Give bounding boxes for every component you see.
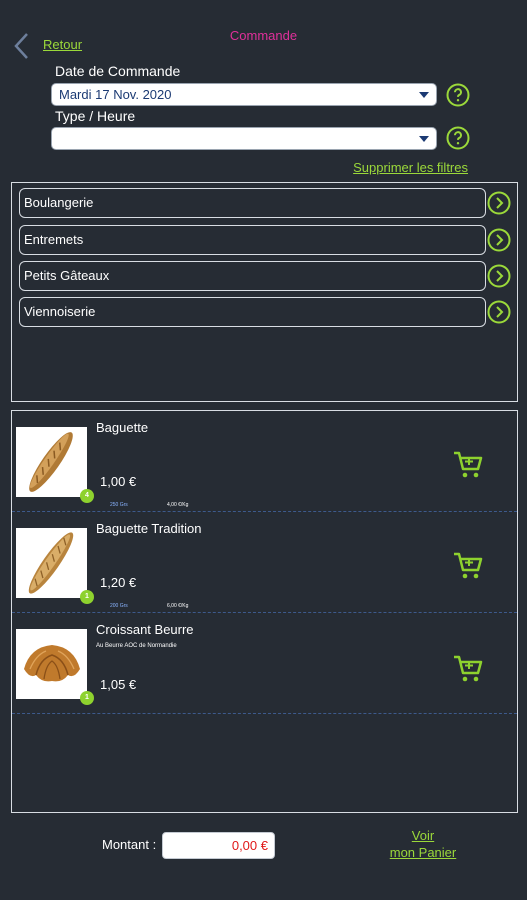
product-price: 1,05 € [100, 677, 137, 692]
product-count-badge: 4 [80, 489, 94, 503]
view-basket-link[interactable]: Voir mon Panier [380, 827, 466, 861]
product-name: Croissant Beurre [96, 622, 194, 637]
order-date-value: Mardi 17 Nov. 2020 [59, 87, 172, 102]
category-item-boulangerie[interactable]: Boulangerie [19, 188, 486, 218]
category-label: Entremets [24, 232, 84, 247]
category-label: Viennoiserie [24, 304, 96, 319]
category-item-viennoiserie[interactable]: Viennoiserie [19, 297, 486, 327]
amount-field: 0,00 € [162, 832, 275, 859]
product-price-per-kg: 4,00 €/Kg [167, 502, 189, 508]
category-item-petits-gateaux[interactable]: Petits Gâteaux [19, 261, 486, 291]
product-image-baguette[interactable] [16, 427, 87, 497]
product-price: 1,00 € [100, 474, 137, 489]
product-subtitle: Au Beurre AOC de Normandie [96, 643, 177, 649]
order-date-label: Date de Commande [55, 63, 181, 79]
product-count-badge: 1 [80, 590, 94, 604]
arrow-right-circle-icon[interactable] [487, 228, 511, 252]
product-image-baguette-tradition[interactable] [16, 528, 87, 598]
products-panel: 4 Baguette 1,00 € 250 Grs 4,00 €/Kg 1 Ba… [11, 410, 518, 813]
arrow-right-circle-icon[interactable] [487, 191, 511, 215]
product-price-per-kg: 6,00 €/Kg [167, 603, 189, 609]
cart-icon[interactable] [452, 653, 484, 685]
type-time-select[interactable] [51, 127, 437, 150]
type-time-label: Type / Heure [55, 108, 136, 124]
cart-icon[interactable] [452, 449, 484, 481]
category-label: Petits Gâteaux [24, 268, 110, 283]
dropdown-arrow-icon [419, 92, 429, 98]
page-title: Commande [229, 28, 298, 43]
amount-label: Montant : [102, 837, 157, 852]
product-weight: 250 Grs [110, 502, 128, 508]
product-row: 4 Baguette 1,00 € 250 Grs 4,00 €/Kg [12, 411, 517, 512]
view-basket-line2: mon Panier [389, 845, 457, 860]
product-name: Baguette [96, 420, 149, 435]
view-basket-line1: Voir [411, 828, 435, 843]
order-date-select[interactable]: Mardi 17 Nov. 2020 [51, 83, 437, 106]
category-item-entremets[interactable]: Entremets [19, 225, 486, 255]
product-name: Baguette Tradition [96, 521, 202, 536]
arrow-right-circle-icon[interactable] [487, 264, 511, 288]
product-row: 1 Baguette Tradition 1,20 € 200 Grs 6,00… [12, 512, 517, 613]
help-icon[interactable] [446, 126, 470, 150]
product-price: 1,20 € [100, 575, 137, 590]
arrow-right-circle-icon[interactable] [487, 300, 511, 324]
categories-panel: Boulangerie Entremets Petits Gâteaux Vie… [11, 182, 518, 402]
cart-icon[interactable] [452, 550, 484, 582]
product-image-croissant-beurre[interactable] [16, 629, 87, 699]
dropdown-arrow-icon [419, 136, 429, 142]
product-count-badge: 1 [80, 691, 94, 705]
category-label: Boulangerie [24, 195, 94, 210]
help-icon[interactable] [446, 83, 470, 107]
product-weight: 200 Grs [110, 603, 128, 609]
product-row: 1 Croissant Beurre Au Beurre AOC de Norm… [12, 613, 517, 714]
clear-filters-link[interactable]: Supprimer les filtres [353, 160, 468, 175]
